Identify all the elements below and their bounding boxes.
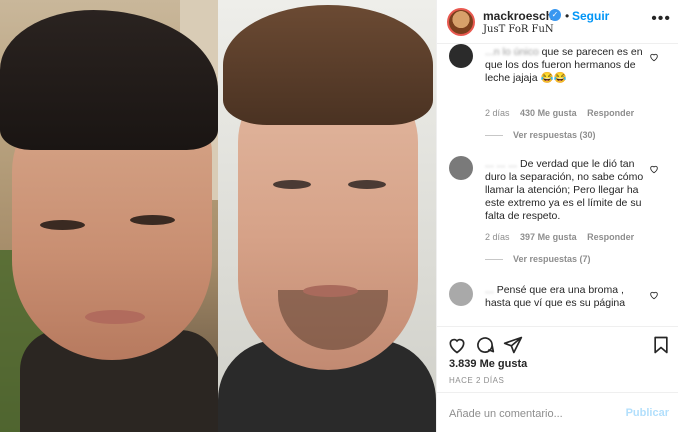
- comment-bubble-icon[interactable]: [475, 335, 495, 355]
- comment-hidden-text: ...: [485, 284, 494, 296]
- share-send-icon[interactable]: [503, 335, 523, 355]
- more-options-icon[interactable]: •••: [651, 10, 671, 28]
- comment-meta: 2 días 430 Me gusta Responder: [485, 108, 642, 118]
- comment-meta: 2 días 397 Me gusta Responder: [485, 232, 642, 242]
- comment-age: 2 días: [485, 232, 510, 242]
- commenter-avatar[interactable]: [449, 156, 473, 180]
- comment-input[interactable]: [449, 406, 619, 422]
- commenter-avatar[interactable]: [449, 282, 473, 306]
- author-username[interactable]: mackroesch: [483, 9, 553, 23]
- photo-left-portrait: [0, 0, 218, 432]
- comment-text: ...n lo único que se parecen es en que l…: [485, 46, 647, 85]
- follow-button[interactable]: Seguir: [572, 9, 609, 23]
- reply-button[interactable]: Responder: [587, 232, 634, 242]
- publish-button[interactable]: Publicar: [626, 407, 669, 419]
- commenter-avatar[interactable]: [449, 44, 473, 68]
- comment-hidden-text: ... ... ...: [485, 158, 518, 170]
- comment-body: Pensé que era una broma , hasta que ví q…: [485, 284, 626, 309]
- bookmark-icon[interactable]: [651, 335, 671, 355]
- comment-text: ... ... ... De verdad que le dió tan dur…: [485, 158, 647, 223]
- author-avatar[interactable]: [447, 8, 475, 36]
- view-replies-button[interactable]: Ver respuestas (30): [485, 130, 596, 140]
- post-date: HACE 2 DÍAS: [449, 376, 505, 385]
- comments-list[interactable]: ...n lo único que se parecen es en que l…: [437, 44, 678, 326]
- reply-button[interactable]: Responder: [587, 108, 634, 118]
- verified-badge-icon: ✓: [549, 9, 561, 21]
- comment-likes[interactable]: 430 Me gusta: [520, 108, 577, 118]
- heart-icon[interactable]: [649, 164, 659, 174]
- comment-hidden-text: ...n lo único: [485, 46, 539, 58]
- likes-count[interactable]: 3.839 Me gusta: [449, 358, 527, 370]
- post-actions-bar: [437, 326, 678, 360]
- like-heart-icon[interactable]: [447, 335, 467, 355]
- photo-right-portrait: [218, 0, 436, 432]
- heart-icon[interactable]: [649, 52, 659, 62]
- post-photo[interactable]: [0, 0, 436, 432]
- post-side-panel: mackroesch ✓ • Seguir JusT FoR FuN ••• .…: [436, 0, 678, 432]
- post-header: mackroesch ✓ • Seguir JusT FoR FuN •••: [437, 0, 678, 44]
- add-comment-bar: Publicar: [437, 392, 678, 432]
- comment-text: ... Pensé que era una broma , hasta que …: [485, 284, 647, 310]
- author-subtitle: JusT FoR FuN: [483, 24, 554, 35]
- view-replies-button[interactable]: Ver respuestas (7): [485, 254, 591, 264]
- comment-likes[interactable]: 397 Me gusta: [520, 232, 577, 242]
- heart-icon[interactable]: [649, 290, 659, 300]
- comment-age: 2 días: [485, 108, 510, 118]
- separator-dot: •: [565, 9, 570, 23]
